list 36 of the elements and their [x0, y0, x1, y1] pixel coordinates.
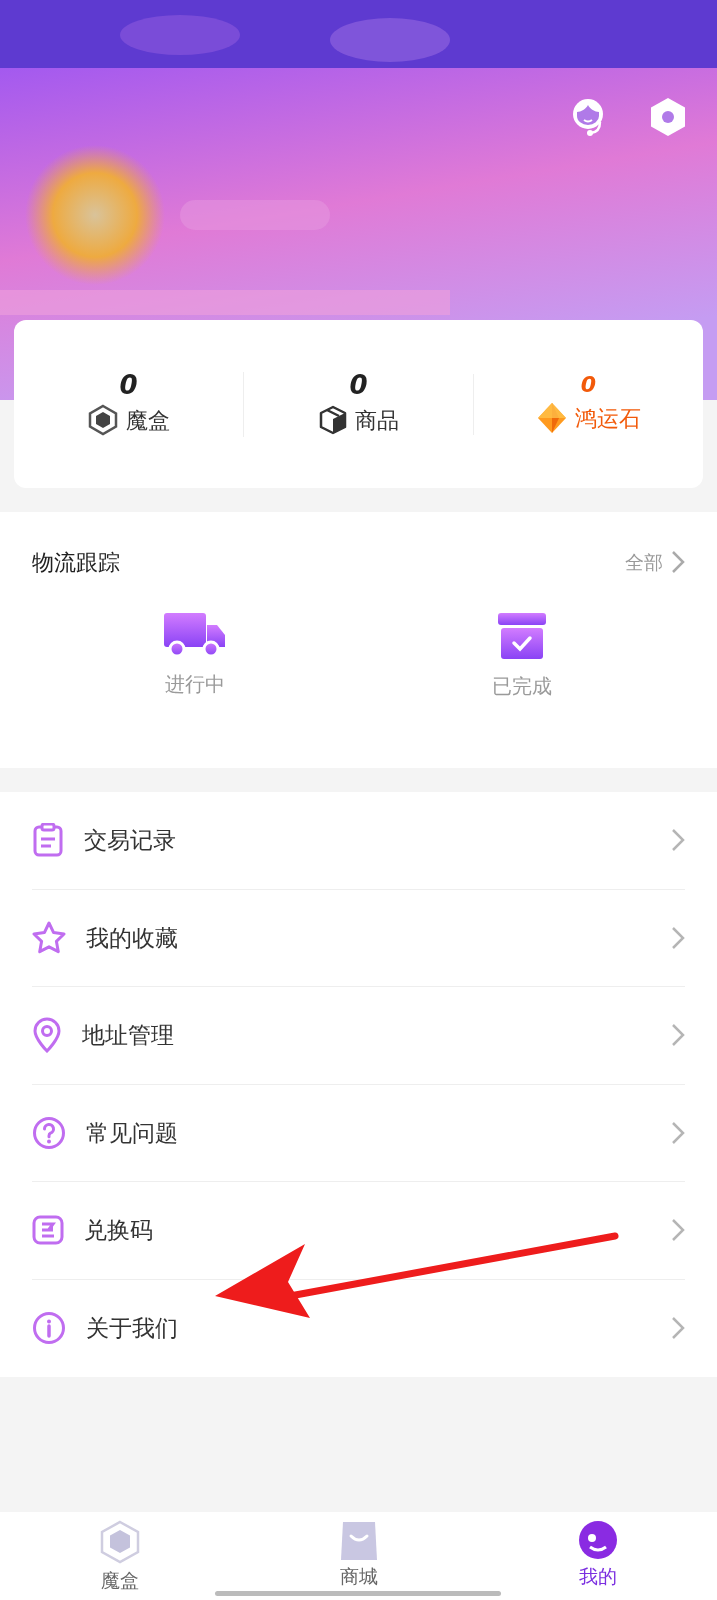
count: 0 — [349, 371, 368, 398]
tab[interactable]: 魔盒 — [0, 1512, 239, 1600]
shopping-bag-icon — [338, 1520, 379, 1560]
menu-item[interactable]: 地址管理 — [32, 987, 685, 1085]
chevron-right-icon — [671, 1023, 685, 1048]
ticket-icon — [32, 1215, 64, 1246]
chevron-right-icon — [671, 1218, 685, 1243]
section-title: 物流跟踪 — [32, 548, 120, 577]
clipboard-icon — [32, 823, 64, 858]
chevron-right-icon — [671, 550, 685, 574]
menu-item[interactable]: 常见问题 — [32, 1084, 685, 1182]
gem-icon — [536, 402, 567, 434]
count: 0 — [119, 371, 138, 398]
menu-item[interactable]: 我的收藏 — [32, 889, 685, 987]
stat-label[interactable]: 魔盒 — [125, 403, 170, 437]
truck-icon — [164, 613, 227, 657]
count: 0 — [580, 373, 597, 396]
chevron-right-icon — [671, 1120, 685, 1145]
archive-box-icon — [497, 613, 546, 659]
chevron-right-icon — [671, 1316, 685, 1341]
chevron-right-icon — [671, 828, 685, 853]
stat-label[interactable]: 商品 — [354, 403, 399, 437]
info-icon — [32, 1311, 66, 1346]
menu-item[interactable]: 关于我们 — [32, 1279, 685, 1377]
cube-icon — [99, 1520, 140, 1564]
chevron-right-icon — [671, 925, 685, 950]
tab[interactable]: 我的 — [478, 1512, 717, 1600]
user-circle-icon — [577, 1520, 618, 1560]
menu-item[interactable]: 交易记录 — [32, 792, 685, 890]
package-icon — [318, 405, 347, 435]
cube-icon — [87, 404, 118, 436]
question-icon — [32, 1115, 66, 1150]
settings-icon[interactable] — [649, 96, 687, 138]
star-icon — [32, 920, 66, 955]
tab[interactable]: 商城 — [239, 1512, 478, 1600]
location-pin-icon — [32, 1017, 62, 1054]
